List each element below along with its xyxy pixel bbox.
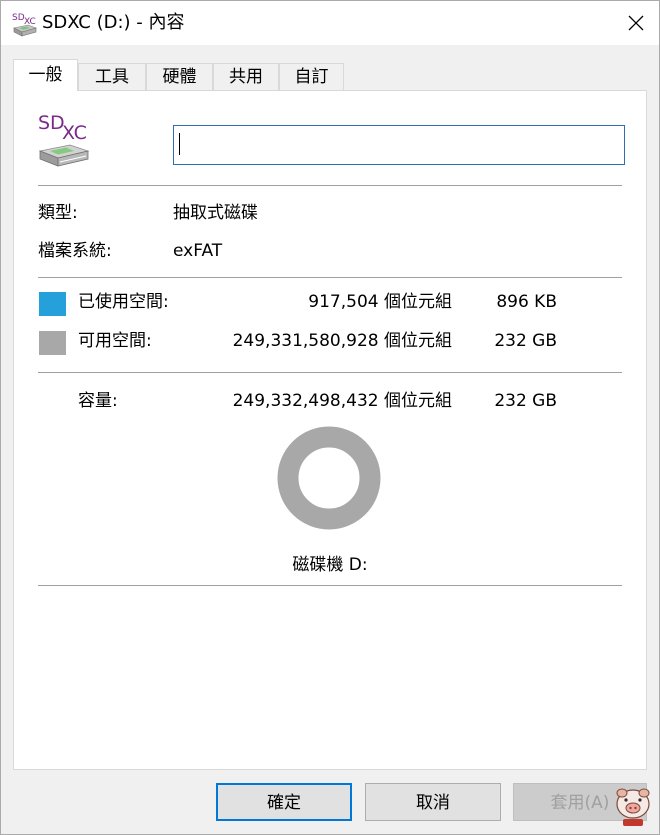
ok-button[interactable]: 確定	[216, 783, 352, 821]
window-title: SDXC (D:) - 內容	[42, 12, 185, 33]
separator	[38, 372, 622, 373]
capacity-label: 容量:	[78, 391, 118, 411]
used-space-label: 已使用空間:	[78, 292, 169, 312]
file-system-label: 檔案系統:	[38, 241, 112, 261]
title-bar: SD XC SDXC (D:) - 內容	[1, 1, 659, 45]
tab-sharing[interactable]: 共用	[213, 63, 279, 90]
free-space-label: 可用空間:	[78, 331, 152, 351]
separator	[38, 185, 622, 186]
donut-free-ring	[277, 426, 381, 530]
tab-general[interactable]: 一般	[13, 59, 78, 91]
tab-tools[interactable]: 工具	[78, 63, 146, 90]
used-space-swatch	[39, 292, 66, 316]
mascot-watermark-icon	[616, 788, 650, 826]
separator	[38, 277, 622, 278]
tab-hardware[interactable]: 硬體	[146, 63, 213, 90]
type-label: 類型:	[38, 203, 78, 223]
drive-icon-xc-text: XC	[62, 122, 87, 144]
separator	[38, 585, 622, 586]
free-space-bytes: 249,331,580,928 個位元組	[232, 331, 452, 351]
used-space-size: 896 KB	[496, 292, 557, 312]
free-space-swatch	[39, 331, 66, 355]
drive-letter-label: 磁碟機 D:	[292, 555, 368, 575]
drive-name-input[interactable]	[173, 125, 625, 165]
capacity-bytes: 249,332,498,432 個位元組	[232, 391, 452, 411]
sdxc-drive-icon: SD XC	[38, 112, 90, 167]
tab-customize[interactable]: 自訂	[279, 63, 344, 90]
general-tab-panel: SD XC 類型: 抽取式磁碟 檔案系統: exFAT 已使用空間: 917,5…	[13, 90, 647, 770]
disk-usage-donut	[277, 426, 381, 530]
cancel-button[interactable]: 取消	[365, 783, 501, 821]
used-space-bytes: 917,504 個位元組	[308, 292, 452, 312]
type-value: 抽取式磁碟	[173, 203, 258, 223]
sdxc-drive-icon: SD XC	[12, 13, 37, 37]
drive-icon-sd-text: SD	[38, 112, 65, 134]
text-caret	[179, 133, 180, 155]
capacity-size: 232 GB	[494, 391, 557, 411]
free-space-size: 232 GB	[494, 331, 557, 351]
close-icon	[628, 15, 644, 31]
close-button[interactable]	[613, 1, 659, 45]
title-icon-sd-text: SD	[12, 13, 25, 23]
file-system-value: exFAT	[173, 241, 223, 261]
properties-window: SD XC SDXC (D:) - 內容 一般 工具 硬體 共用 自訂 SD X…	[0, 0, 660, 835]
